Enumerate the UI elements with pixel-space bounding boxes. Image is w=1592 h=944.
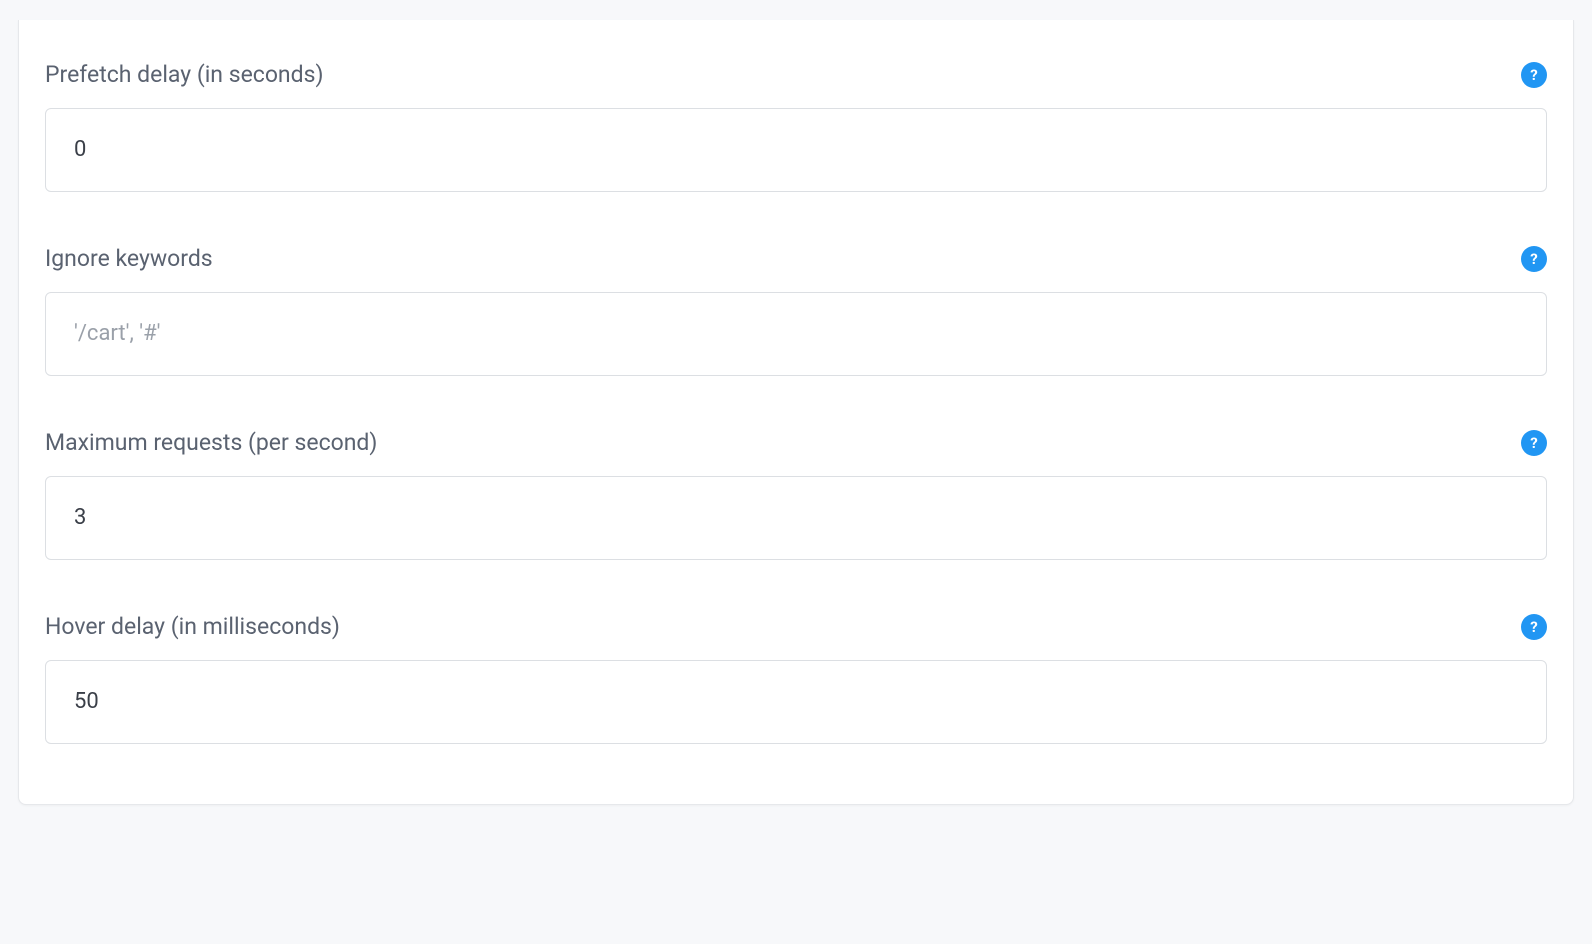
ignore-keywords-input[interactable] [45, 292, 1547, 376]
label-row: Hover delay (in milliseconds) ? [45, 612, 1547, 642]
ignore-keywords-label: Ignore keywords [45, 244, 213, 274]
label-row: Prefetch delay (in seconds) ? [45, 60, 1547, 90]
label-row: Ignore keywords ? [45, 244, 1547, 274]
hover-delay-input[interactable] [45, 660, 1547, 744]
form-group-max-requests: Maximum requests (per second) ? [45, 428, 1547, 560]
page-wrapper: Prefetch delay (in seconds) ? Ignore key… [0, 20, 1592, 805]
help-icon[interactable]: ? [1521, 430, 1547, 456]
form-group-hover-delay: Hover delay (in milliseconds) ? [45, 612, 1547, 744]
form-group-ignore-keywords: Ignore keywords ? [45, 244, 1547, 376]
hover-delay-label: Hover delay (in milliseconds) [45, 612, 340, 642]
help-icon[interactable]: ? [1521, 246, 1547, 272]
max-requests-input[interactable] [45, 476, 1547, 560]
max-requests-label: Maximum requests (per second) [45, 428, 377, 458]
prefetch-delay-input[interactable] [45, 108, 1547, 192]
help-icon[interactable]: ? [1521, 614, 1547, 640]
form-group-prefetch-delay: Prefetch delay (in seconds) ? [45, 60, 1547, 192]
prefetch-delay-label: Prefetch delay (in seconds) [45, 60, 323, 90]
label-row: Maximum requests (per second) ? [45, 428, 1547, 458]
settings-card: Prefetch delay (in seconds) ? Ignore key… [18, 20, 1574, 805]
help-icon[interactable]: ? [1521, 62, 1547, 88]
